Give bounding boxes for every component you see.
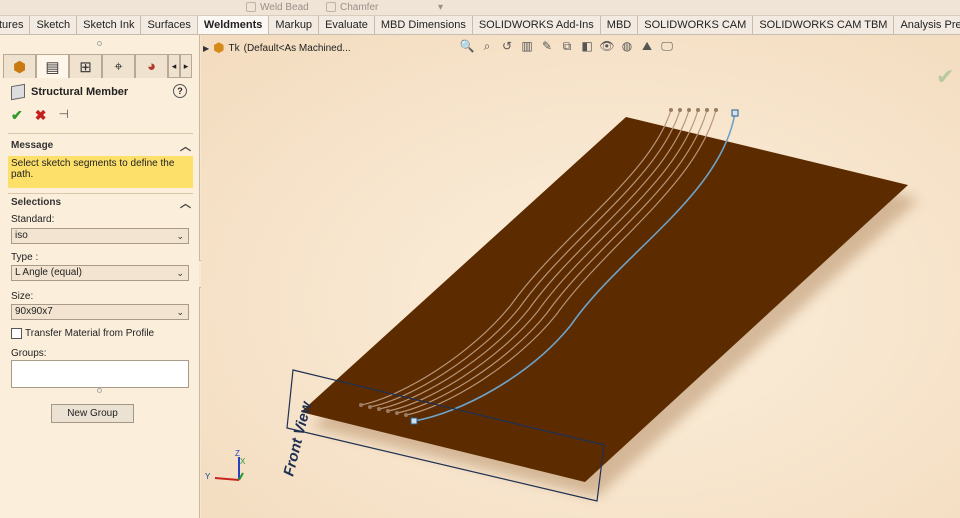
property-manager-panel: ⬢ ▤ ⊞ ⌖ ◕ ◂ ▸ Structural Member ? ✔ ✖ ⊣ … bbox=[0, 35, 200, 518]
transfer-material-checkbox[interactable] bbox=[11, 328, 22, 339]
tab-scroll-right-icon[interactable]: ▸ bbox=[180, 54, 192, 78]
tab-sketch-ink[interactable]: Sketch Ink bbox=[77, 16, 142, 34]
chevron-down-icon: ⌄ bbox=[176, 307, 184, 317]
tab-features[interactable]: tures bbox=[0, 16, 31, 34]
selections-section-header[interactable]: Selections ︿ bbox=[11, 195, 191, 211]
page-title: Structural Member bbox=[31, 86, 129, 98]
chamfer-command[interactable]: Chamfer bbox=[326, 0, 378, 14]
groups-label: Groups: bbox=[11, 348, 47, 359]
dynamic-annotation-icon[interactable]: ✎ bbox=[539, 39, 555, 54]
ribbon-strip: Weld Bead Chamfer ▾ bbox=[0, 0, 960, 16]
triad-x-label: X bbox=[240, 457, 246, 466]
tab-solidworks-cam-tbm[interactable]: SOLIDWORKS CAM TBM bbox=[753, 16, 895, 34]
type-select[interactable]: L Angle (equal) ⌄ bbox=[11, 265, 189, 281]
graphics-area[interactable]: Front View Z Y X bbox=[201, 35, 960, 518]
transfer-material-row: Transfer Material from Profile bbox=[11, 328, 154, 339]
property-list-icon: ▤ bbox=[45, 58, 60, 76]
tab-sketch[interactable]: Sketch bbox=[30, 16, 78, 34]
list-resize-handle[interactable] bbox=[97, 388, 102, 393]
chevron-down-icon: ⌄ bbox=[176, 268, 184, 278]
type-label: Type : bbox=[11, 252, 39, 263]
new-group-button[interactable]: New Group bbox=[51, 404, 134, 423]
pm-header: Structural Member ? bbox=[11, 83, 191, 101]
weld-bead-command[interactable]: Weld Bead bbox=[246, 0, 309, 14]
standard-select[interactable]: iso ⌄ bbox=[11, 228, 189, 244]
chamfer-icon bbox=[326, 2, 336, 12]
tab-solidworks-cam[interactable]: SOLIDWORKS CAM bbox=[638, 16, 754, 34]
triad-y-label: Y bbox=[205, 472, 211, 481]
tab-scroll-left-icon[interactable]: ◂ bbox=[168, 54, 180, 78]
command-manager-tabs: tures Sketch Sketch Ink Surfaces Weldmen… bbox=[0, 16, 960, 35]
path-endpoint-handle[interactable] bbox=[410, 417, 418, 425]
feature-tree-flyout: ▶ ⬢ Tk (Default<As Machined... bbox=[203, 40, 351, 56]
tab-solidworks-addins[interactable]: SOLIDWORKS Add-Ins bbox=[473, 16, 601, 34]
size-label: Size: bbox=[11, 291, 34, 302]
zoom-to-fit-icon[interactable]: 🔍 bbox=[459, 39, 475, 54]
tab-evaluate[interactable]: Evaluate bbox=[319, 16, 375, 34]
previous-view-icon[interactable]: ↺ bbox=[499, 39, 515, 54]
heads-up-view-toolbar: 🔍 ⌕ ↺ ▥ ✎ ⧉ ◧ 👁 ◍ ⛰ 🖵 bbox=[459, 39, 675, 54]
tab-weldments[interactable]: Weldments bbox=[197, 16, 270, 34]
groups-list[interactable] bbox=[11, 360, 189, 388]
view-settings-icon[interactable]: 🖵 bbox=[659, 39, 675, 54]
feature-tree-icon: ⬢ bbox=[12, 58, 27, 76]
display-manager-tab[interactable]: ◕ bbox=[135, 54, 168, 78]
cancel-x-icon[interactable]: ✖ bbox=[35, 107, 47, 124]
collapse-chevron-icon[interactable]: ︿ bbox=[180, 138, 191, 154]
dimxpert-manager-tab[interactable]: ⌖ bbox=[102, 54, 135, 78]
tab-analysis-preparation[interactable]: Analysis Preparation bbox=[894, 16, 960, 34]
section-view-icon[interactable]: ▥ bbox=[519, 39, 535, 54]
view-orientation-icon[interactable]: ⧉ bbox=[559, 39, 575, 54]
zoom-to-area-icon[interactable]: ⌕ bbox=[479, 39, 495, 54]
ok-check-icon[interactable]: ✔ bbox=[11, 107, 23, 124]
tab-markup[interactable]: Markup bbox=[269, 16, 320, 34]
hide-show-items-icon[interactable]: 👁 bbox=[599, 39, 615, 54]
part-name[interactable]: Tk bbox=[229, 43, 240, 54]
expand-caret-icon[interactable]: ▶ bbox=[203, 44, 209, 53]
help-icon[interactable]: ? bbox=[173, 84, 187, 98]
confirmation-corner-check-icon[interactable]: ✔ bbox=[936, 64, 954, 90]
chevron-down-icon: ⌄ bbox=[176, 231, 184, 241]
pin-icon[interactable]: ⊣ bbox=[58, 107, 68, 124]
message-section-header[interactable]: Message ︿ bbox=[11, 138, 191, 154]
tab-surfaces[interactable]: Surfaces bbox=[141, 16, 198, 34]
edit-appearance-icon[interactable]: ◍ bbox=[619, 39, 635, 54]
ribbon-dropdown-icon[interactable]: ▾ bbox=[438, 0, 443, 14]
display-style-icon[interactable]: ◧ bbox=[579, 39, 595, 54]
path-endpoint-handle[interactable] bbox=[731, 109, 739, 117]
configuration-icon: ⊞ bbox=[79, 58, 92, 76]
crosshair-icon: ⌖ bbox=[114, 58, 123, 75]
configuration-manager-tab[interactable]: ⊞ bbox=[69, 54, 102, 78]
tab-mbd[interactable]: MBD bbox=[601, 16, 639, 34]
configuration-name: (Default<As Machined... bbox=[243, 42, 351, 54]
message-box: Select sketch segments to define the pat… bbox=[8, 156, 193, 188]
pm-actions: ✔ ✖ ⊣ bbox=[11, 107, 69, 124]
part-icon: ⬢ bbox=[213, 40, 225, 55]
property-manager-tab[interactable]: ▤ bbox=[36, 54, 69, 78]
structural-member-icon bbox=[11, 83, 25, 101]
apply-scene-icon[interactable]: ⛰ bbox=[639, 39, 655, 54]
appearance-icon: ◕ bbox=[146, 58, 157, 75]
divider bbox=[8, 133, 193, 134]
divider bbox=[8, 193, 193, 194]
size-select[interactable]: 90x90x7 ⌄ bbox=[11, 304, 189, 320]
standard-label: Standard: bbox=[11, 214, 55, 225]
tab-mbd-dimensions[interactable]: MBD Dimensions bbox=[375, 16, 473, 34]
panel-tabs: ⬢ ▤ ⊞ ⌖ ◕ ◂ ▸ bbox=[3, 54, 199, 78]
weld-bead-icon bbox=[246, 2, 256, 12]
feature-manager-tab[interactable]: ⬢ bbox=[3, 54, 36, 78]
collapse-chevron-icon[interactable]: ︿ bbox=[180, 195, 191, 211]
splitter-handle[interactable] bbox=[97, 41, 102, 46]
